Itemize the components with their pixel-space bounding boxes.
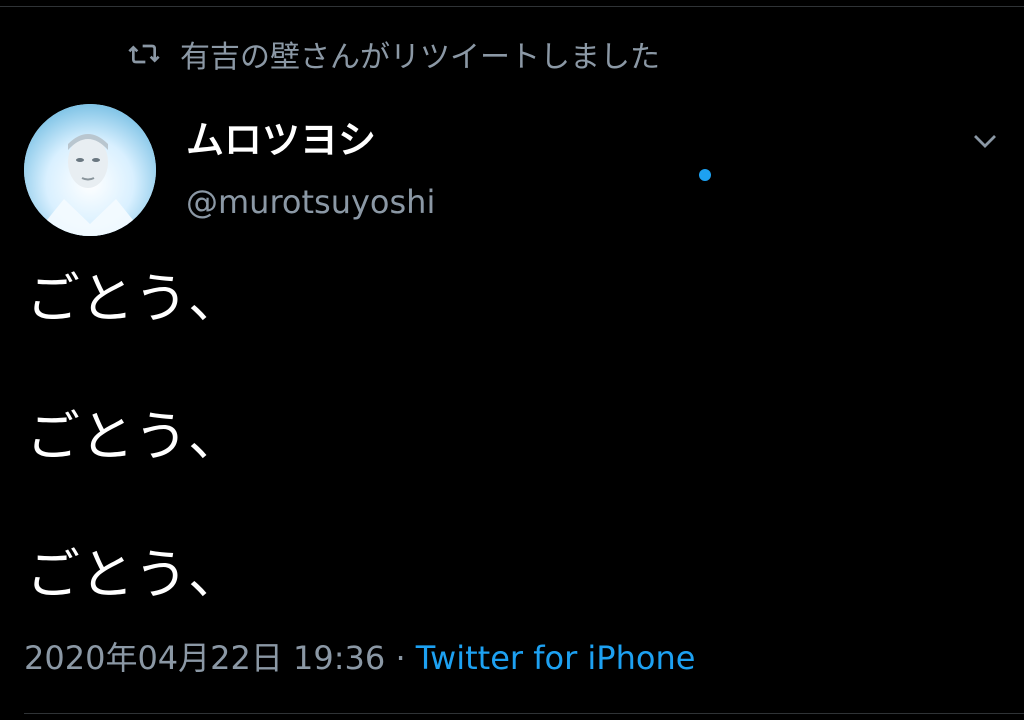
chevron-down-icon[interactable]	[970, 126, 1000, 156]
retweet-label: 有吉の壁さんがリツイートしました	[180, 40, 660, 75]
retweet-context[interactable]: 有吉の壁さんがリツイートしました	[128, 34, 660, 75]
avatar-image	[24, 104, 156, 236]
author-display-name[interactable]: ムロツヨシ	[186, 116, 376, 164]
tweet-line: ごとう、	[26, 267, 242, 330]
tweet-card[interactable]: 有吉の壁さんがリツイートしました ムロツヨシ @murotsuyoshi ごとう…	[0, 0, 1024, 720]
avatar[interactable]	[24, 104, 156, 236]
tweet-line: ごとう、	[26, 543, 242, 606]
tweet-line: ごとう、	[26, 405, 242, 468]
tweet-meta: 2020年04月22日 19:36 · Twitter for iPhone	[24, 636, 695, 680]
tweet-text: ごとう、 ごとう、 ごとう、	[26, 266, 242, 608]
tweet-timestamp[interactable]: 2020年04月22日 19:36	[24, 639, 385, 677]
retweet-icon	[128, 44, 160, 64]
meta-separator: ·	[395, 639, 416, 677]
bottom-divider	[24, 713, 1024, 714]
tweet-source-link[interactable]: Twitter for iPhone	[416, 639, 696, 677]
author-handle[interactable]: @murotsuyoshi	[186, 180, 435, 224]
top-divider	[0, 6, 1024, 7]
blue-dot-indicator	[699, 169, 711, 181]
